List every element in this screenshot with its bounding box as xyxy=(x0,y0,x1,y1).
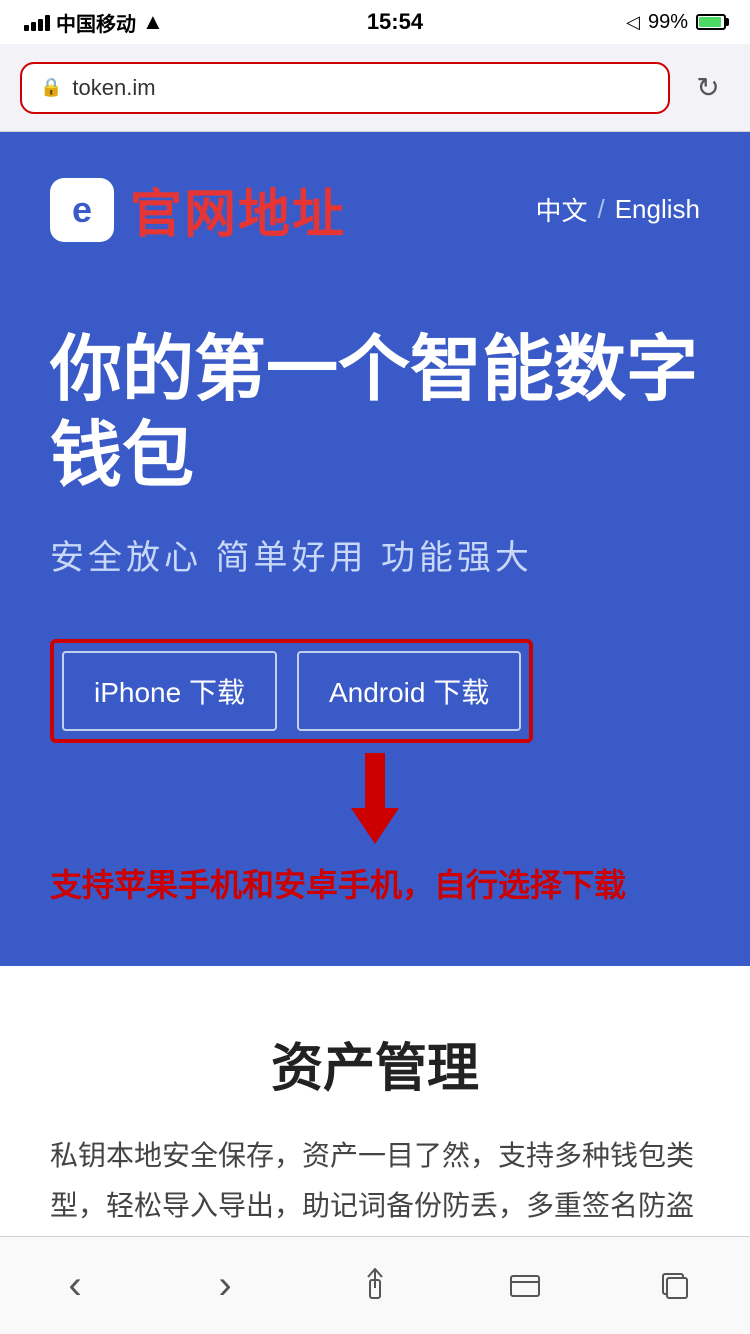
bookmarks-icon xyxy=(509,1270,541,1302)
battery-pct: 99% xyxy=(648,11,688,34)
bottom-nav: ‹ › xyxy=(0,1236,750,1334)
signal-bars xyxy=(24,13,50,31)
section-title: 资产管理 xyxy=(50,1026,700,1101)
tabs-icon xyxy=(659,1270,691,1302)
hero-subtitle: 安全放心 简单好用 功能强大 xyxy=(50,530,700,579)
status-bar: 中国移动 ▲ 15:54 ◁ 99% xyxy=(0,0,750,44)
carrier-text: 中国移动 xyxy=(56,8,136,37)
tabs-button[interactable] xyxy=(635,1256,715,1316)
status-time: 15:54 xyxy=(367,9,423,35)
section-body: 私钥本地安全保存，资产一目了然，支持多种钱包类型，轻松导入导出，助记词备份防丢，… xyxy=(50,1131,700,1232)
share-icon xyxy=(359,1268,391,1304)
lang-en-button[interactable]: English xyxy=(615,194,700,225)
red-arrow-down xyxy=(351,753,399,844)
lang-divider: / xyxy=(597,194,604,225)
url-bar[interactable]: 🔒 token.im xyxy=(20,62,670,114)
lock-icon: 🔒 xyxy=(40,77,62,98)
refresh-button[interactable]: ↻ xyxy=(686,66,730,110)
lang-switcher: 中文 / English xyxy=(535,191,700,228)
status-left: 中国移动 ▲ xyxy=(24,8,164,37)
down-arrow-annotation xyxy=(50,753,700,844)
site-title: 官网地址 xyxy=(130,172,346,247)
download-buttons: iPhone 下载 Android 下载 xyxy=(62,651,521,731)
forward-button[interactable]: › xyxy=(185,1256,265,1316)
wifi-icon: ▲ xyxy=(142,9,164,35)
logo-icon: e xyxy=(50,178,114,242)
location-icon: ◁ xyxy=(626,12,640,33)
white-section: 资产管理 私钥本地安全保存，资产一目了然，支持多种钱包类型，轻松导入导出，助记词… xyxy=(0,966,750,1272)
iphone-download-button[interactable]: iPhone 下载 xyxy=(62,651,277,731)
logo-letter: e xyxy=(72,189,92,231)
battery-fill xyxy=(699,17,721,27)
share-button[interactable] xyxy=(335,1256,415,1316)
arrow-head xyxy=(351,808,399,844)
main-content: e 官网地址 中文 / English 你的第一个智能数字钱包 安全放心 简单好… xyxy=(0,132,750,966)
back-button[interactable]: ‹ xyxy=(35,1256,115,1316)
android-download-button[interactable]: Android 下载 xyxy=(297,651,521,731)
url-text: token.im xyxy=(72,75,155,101)
battery-icon xyxy=(696,14,726,30)
download-section-annotation: iPhone 下载 Android 下载 xyxy=(50,639,533,743)
site-header: e 官网地址 中文 / English xyxy=(50,172,700,247)
status-right: ◁ 99% xyxy=(626,11,726,34)
annotation-text: 支持苹果手机和安卓手机，自行选择下载 xyxy=(50,850,700,906)
hero-title: 你的第一个智能数字钱包 xyxy=(50,327,700,500)
bookmarks-button[interactable] xyxy=(485,1256,565,1316)
browser-bar: 🔒 token.im ↻ xyxy=(0,44,750,132)
arrow-shaft xyxy=(365,753,385,808)
lang-zh-button[interactable]: 中文 xyxy=(535,191,587,228)
